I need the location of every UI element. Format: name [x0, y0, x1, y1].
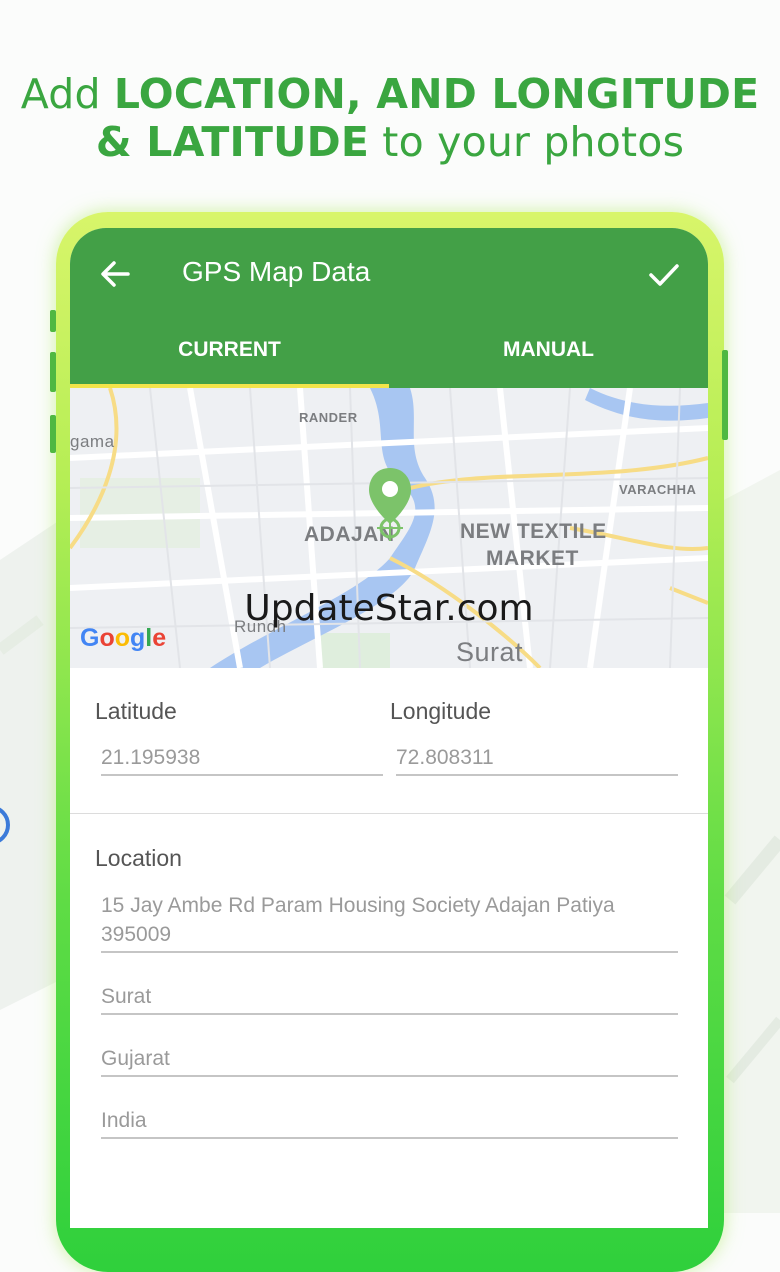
map-label-textile-2: MARKET — [486, 547, 579, 570]
phone-side-button — [50, 415, 56, 453]
longitude-input[interactable]: 72.808311 — [396, 743, 494, 772]
country-underline — [101, 1137, 678, 1139]
longitude-underline — [396, 774, 678, 776]
map-label-rander: RANDER — [299, 410, 358, 425]
phone-side-button — [722, 350, 728, 440]
address-line-2: 395009 — [101, 923, 172, 946]
map-label-gama: gama — [70, 432, 115, 451]
section-divider — [70, 813, 708, 814]
map-label-textile-1: NEW TEXTILE — [460, 520, 607, 543]
tab-current[interactable]: CURRENT — [70, 338, 389, 362]
promo-headline: Add LOCATION, AND LONGITUDE & LATITUDE t… — [0, 70, 780, 166]
headline-text-2: to your photos — [369, 118, 685, 166]
longitude-label: Longitude — [390, 698, 492, 724]
city-input[interactable]: Surat — [101, 982, 151, 1011]
back-button[interactable] — [96, 254, 136, 294]
address-input[interactable]: 15 Jay Ambe Rd Param Housing Society Ada… — [101, 891, 678, 949]
app-bar-title: GPS Map Data — [182, 256, 371, 287]
arrow-left-icon — [101, 261, 130, 287]
map-pin-icon — [369, 468, 411, 541]
phone-side-button — [50, 310, 56, 332]
state-input[interactable]: Gujarat — [101, 1044, 170, 1073]
location-label: Location — [95, 845, 182, 871]
map-view[interactable]: RANDER gama VARACHHA ADAJAN NEW TEXTILE … — [70, 388, 708, 668]
city-underline — [101, 1013, 678, 1015]
headline-bold-text: LOCATION, AND LONGITUDE — [113, 70, 760, 118]
map-label-varachha: VARACHHA — [619, 482, 697, 497]
latitude-underline — [101, 774, 383, 776]
app-screen: GPS Map Data CURRENT MANUAL RANDER gama … — [70, 228, 708, 1228]
tab-manual[interactable]: MANUAL — [389, 338, 708, 362]
country-input[interactable]: India — [101, 1106, 147, 1135]
state-underline — [101, 1075, 678, 1077]
latitude-label: Latitude — [95, 698, 177, 724]
check-icon — [649, 264, 679, 286]
headline-bold-text-2: & LATITUDE — [95, 118, 370, 166]
watermark-text: UpdateStar.com — [244, 588, 534, 629]
headline-text: Add — [20, 70, 114, 118]
address-underline — [101, 951, 678, 953]
phone-side-button — [50, 352, 56, 392]
latitude-input[interactable]: 21.195938 — [101, 743, 200, 772]
map-label-surat: Surat — [456, 637, 524, 667]
confirm-button[interactable] — [644, 254, 684, 294]
app-bar: GPS Map Data CURRENT MANUAL — [70, 228, 708, 388]
address-line-1: 15 Jay Ambe Rd Param Housing Society Ada… — [101, 894, 615, 917]
